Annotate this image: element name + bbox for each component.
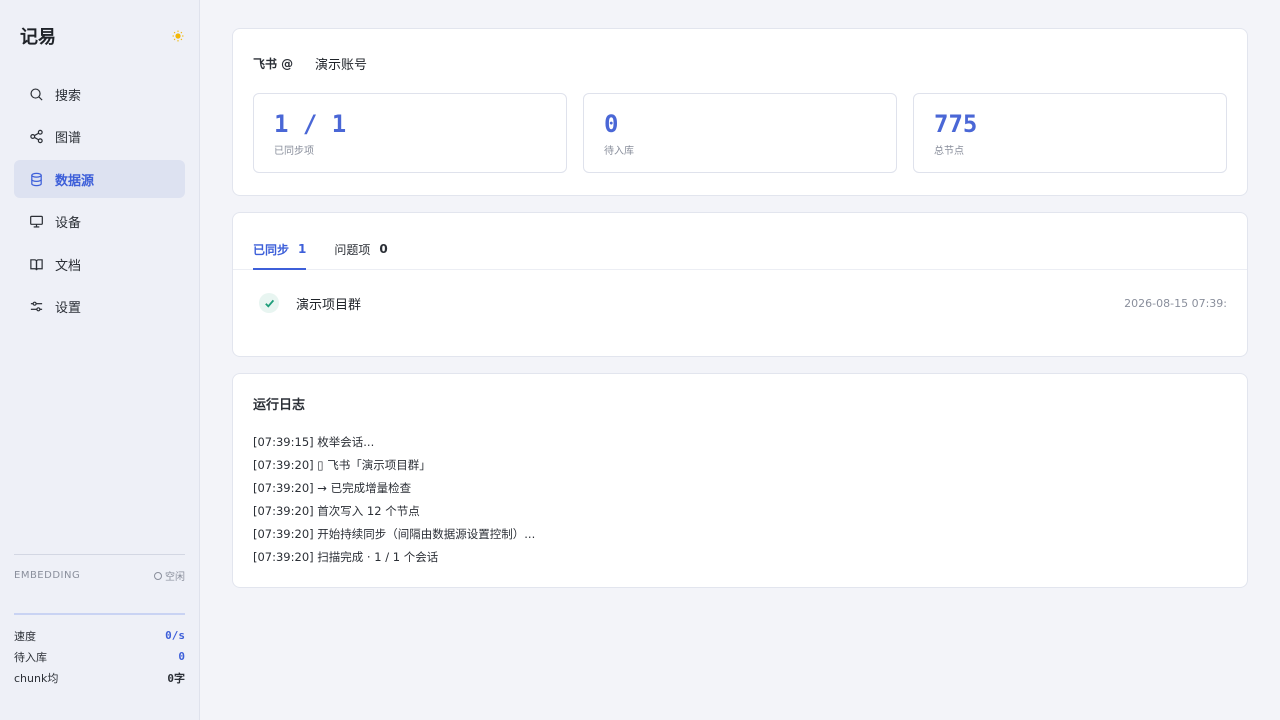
log-title: 运行日志 <box>253 398 306 413</box>
log-card: 运行日志 [07:39:15] 枚举会话... [07:39:20] ▯ 飞书「… <box>232 373 1248 588</box>
stat-label: chunk均 <box>14 671 59 685</box>
account-name: 演示账号 <box>315 57 368 73</box>
account-source: 飞书 @ <box>253 56 294 71</box>
sidebar-item-label: 设备 <box>55 216 82 231</box>
tab-count: 0 <box>379 242 388 256</box>
stat-value: 0 <box>178 650 185 663</box>
sidebar: 记易 搜索 图谱 数据源 设备 文档 设置 EMBEDDING 空闲 速度 0/… <box>0 0 200 720</box>
stats-block: 速度 0/s 待入库 0 chunk均 0字 <box>14 613 185 688</box>
metric-label: 已同步项 <box>274 146 314 157</box>
account-card: 飞书 @ 演示账号 1 / 1 已同步项 0 待入库 775 总节点 <box>232 28 1248 196</box>
stat-label: 待入库 <box>14 650 47 664</box>
log-line: [07:39:20] ▯ 飞书「演示项目群」 <box>253 458 431 472</box>
log-line: [07:39:20] 首次写入 12 个节点 <box>253 504 420 518</box>
sidebar-item-label: 文档 <box>55 258 82 274</box>
sidebar-item-docs[interactable]: 文档 <box>14 245 185 283</box>
metric-pending: 0 待入库 <box>583 93 897 173</box>
sidebar-nav: 搜索 图谱 数据源 设备 文档 设置 <box>14 75 185 326</box>
circle-icon <box>154 571 162 580</box>
log-line: [07:39:20] 开始持续同步（间隔由数据源设置控制）... <box>253 527 536 541</box>
tab-count: 1 <box>298 242 307 256</box>
sidebar-item-datasource[interactable]: 数据源 <box>14 160 185 198</box>
sidebar-item-label: 搜索 <box>55 88 82 104</box>
metric-nodes: 775 总节点 <box>913 93 1227 173</box>
sidebar-item-label: 数据源 <box>55 173 95 189</box>
tab-synced[interactable]: 已同步 1 <box>253 229 307 270</box>
sliders-icon <box>28 299 44 315</box>
stat-label: 速度 <box>14 629 36 643</box>
search-icon <box>28 86 44 102</box>
sidebar-item-search[interactable]: 搜索 <box>14 75 185 113</box>
app-root: 记易 搜索 图谱 数据源 设备 文档 设置 EMBEDDING 空闲 速度 0/… <box>0 0 1280 720</box>
account-header: 飞书 @ 演示账号 <box>253 53 1227 73</box>
sidebar-item-label: 图谱 <box>55 131 82 146</box>
brand-header: 记易 <box>14 0 185 72</box>
book-icon <box>28 256 44 272</box>
idle-status-text: 空闲 <box>165 572 185 583</box>
metric-value: 1 / 1 <box>274 110 347 138</box>
metric-label: 待入库 <box>604 146 634 157</box>
tab-label: 问题项 <box>334 242 371 257</box>
sync-card: 已同步 1 问题项 0 演示项目群 2026-08-15 07:39: <box>232 212 1248 357</box>
app-title: 记易 <box>20 27 56 48</box>
sidebar-item-label: 设置 <box>55 301 82 316</box>
share-graph-icon <box>28 129 44 145</box>
log-line: [07:39:20] 扫描完成 · 1 / 1 个会话 <box>253 550 439 564</box>
embedding-status: EMBEDDING 空闲 <box>14 554 185 583</box>
log-line: [07:39:15] 枚举会话... <box>253 435 375 449</box>
metric-value: 0 <box>604 110 619 138</box>
sync-tabs: 已同步 1 问题项 0 <box>233 213 1247 270</box>
stat-value: 0/s <box>165 629 185 642</box>
monitor-icon <box>28 214 44 230</box>
sun-icon[interactable] <box>171 29 185 43</box>
sync-item-name: 演示项目群 <box>296 297 362 313</box>
sidebar-item-settings[interactable]: 设置 <box>14 288 185 326</box>
metric-synced: 1 / 1 已同步项 <box>253 93 567 173</box>
metric-value: 775 <box>934 110 978 138</box>
stat-chunk: chunk均 0字 <box>14 667 185 688</box>
stat-speed: 速度 0/s <box>14 625 185 646</box>
embedding-label: EMBEDDING <box>14 570 81 581</box>
stat-queue: 待入库 0 <box>14 646 185 667</box>
metric-label: 总节点 <box>934 146 964 157</box>
check-icon <box>259 293 279 313</box>
stat-value: 0字 <box>167 671 185 685</box>
sidebar-item-devices[interactable]: 设备 <box>14 203 185 241</box>
tab-label: 已同步 <box>253 242 290 257</box>
idle-status: 空闲 <box>154 568 185 583</box>
list-item[interactable]: 演示项目群 2026-08-15 07:39: <box>233 265 1247 341</box>
database-icon <box>28 171 44 187</box>
log-line: [07:39:20] → 已完成增量检查 <box>253 481 412 495</box>
sync-item-time: 2026-08-15 07:39: <box>1124 296 1227 310</box>
main-content: 飞书 @ 演示账号 1 / 1 已同步项 0 待入库 775 总节点 已同步 1… <box>200 0 1280 720</box>
tab-issues[interactable]: 问题项 0 <box>334 229 387 269</box>
metrics-row: 1 / 1 已同步项 0 待入库 775 总节点 <box>253 93 1227 173</box>
sidebar-item-graph[interactable]: 图谱 <box>14 118 185 156</box>
